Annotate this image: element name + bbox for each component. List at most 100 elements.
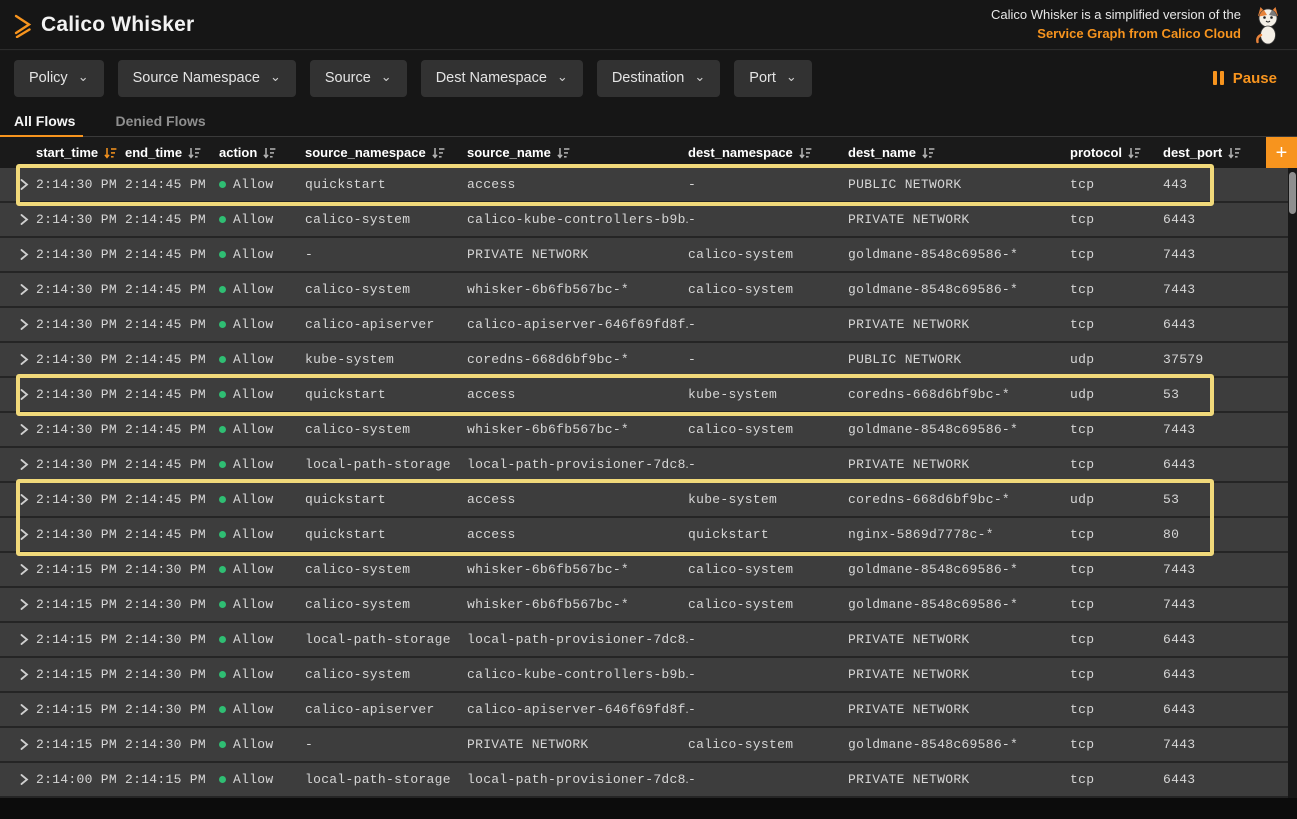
cell-source-namespace: quickstart [305, 387, 467, 402]
cell-dest-namespace: - [688, 352, 848, 367]
expand-chevron-icon[interactable] [0, 599, 36, 610]
filter-button-source-namespace[interactable]: Source Namespace⌄ [118, 60, 296, 97]
column-header-start_time[interactable]: start_time [36, 145, 125, 160]
cell-source-name: whisker-6b6fb567bc-* [467, 597, 688, 612]
allow-status-dot [219, 776, 226, 783]
expand-chevron-icon[interactable] [0, 669, 36, 680]
table-row[interactable]: 2:14:30 PM2:14:45 PMAllowquickstartacces… [0, 483, 1288, 518]
table-row[interactable]: 2:14:30 PM2:14:45 PMAllowquickstartacces… [0, 168, 1288, 203]
filter-button-dest-namespace[interactable]: Dest Namespace⌄ [421, 60, 583, 97]
expand-chevron-icon[interactable] [0, 704, 36, 715]
column-header-source_name[interactable]: source_name [467, 145, 688, 160]
table-row[interactable]: 2:14:30 PM2:14:45 PMAllowkube-systemcore… [0, 343, 1288, 378]
cell-source-namespace: calico-apiserver [305, 317, 467, 332]
cell-start-time: 2:14:30 PM [36, 387, 125, 402]
cell-dest-name: PRIVATE NETWORK [848, 702, 1070, 717]
column-header-protocol[interactable]: protocol [1070, 145, 1163, 160]
cell-source-name: whisker-6b6fb567bc-* [467, 422, 688, 437]
expand-chevron-icon[interactable] [0, 774, 36, 785]
column-header-dest_name[interactable]: dest_name [848, 145, 1070, 160]
cell-source-name: PRIVATE NETWORK [467, 737, 688, 752]
cell-protocol: udp [1070, 352, 1163, 367]
expand-chevron-icon[interactable] [0, 634, 36, 645]
cell-dest-port: 7443 [1163, 737, 1288, 752]
cell-action: Allow [219, 177, 305, 192]
service-graph-link[interactable]: Service Graph from Calico Cloud [991, 25, 1241, 44]
cell-start-time: 2:14:15 PM [36, 562, 125, 577]
table-row[interactable]: 2:14:15 PM2:14:30 PMAllowcalico-systemwh… [0, 553, 1288, 588]
cell-source-name: local-path-provisioner-7dc8… [467, 457, 688, 472]
tab-all-flows[interactable]: All Flows [10, 105, 79, 136]
sort-icon[interactable] [263, 147, 276, 159]
cell-action: Allow [219, 422, 305, 437]
sort-icon[interactable] [432, 147, 445, 159]
sort-icon[interactable] [104, 147, 117, 159]
column-header-end_time[interactable]: end_time [125, 145, 219, 160]
cell-source-namespace: calico-system [305, 282, 467, 297]
cell-dest-port: 6443 [1163, 667, 1288, 682]
column-header-action[interactable]: action [219, 145, 305, 160]
filter-label: Dest Namespace [436, 70, 547, 86]
sort-icon[interactable] [188, 147, 201, 159]
expand-chevron-icon[interactable] [0, 529, 36, 540]
allow-status-dot [219, 426, 226, 433]
expand-chevron-icon[interactable] [0, 354, 36, 365]
table-row[interactable]: 2:14:30 PM2:14:45 PMAllowcalico-systemwh… [0, 413, 1288, 448]
cell-dest-namespace: - [688, 667, 848, 682]
expand-chevron-icon[interactable] [0, 424, 36, 435]
table-row[interactable]: 2:14:15 PM2:14:30 PMAllowcalico-systemwh… [0, 588, 1288, 623]
table-row[interactable]: 2:14:30 PM2:14:45 PMAllowlocal-path-stor… [0, 448, 1288, 483]
pause-button[interactable]: Pause [1207, 69, 1283, 88]
table-row[interactable]: 2:14:30 PM2:14:45 PMAllowcalico-apiserve… [0, 308, 1288, 343]
cell-source-namespace: quickstart [305, 177, 467, 192]
filter-button-source[interactable]: Source⌄ [310, 60, 407, 97]
cell-action: Allow [219, 247, 305, 262]
expand-chevron-icon[interactable] [0, 214, 36, 225]
sort-icon[interactable] [922, 147, 935, 159]
allow-status-dot [219, 251, 226, 258]
expand-chevron-icon[interactable] [0, 494, 36, 505]
column-header-dest_namespace[interactable]: dest_namespace [688, 145, 848, 160]
sort-icon[interactable] [1228, 147, 1241, 159]
cell-source-name: access [467, 527, 688, 542]
table-row[interactable]: 2:14:15 PM2:14:30 PMAllowcalico-apiserve… [0, 693, 1288, 728]
sort-icon[interactable] [1128, 147, 1141, 159]
cell-end-time: 2:14:30 PM [125, 562, 219, 577]
tab-denied-flows[interactable]: Denied Flows [111, 105, 209, 136]
cell-dest-namespace: calico-system [688, 597, 848, 612]
table-row[interactable]: 2:14:15 PM2:14:30 PMAllowcalico-systemca… [0, 658, 1288, 693]
expand-chevron-icon[interactable] [0, 319, 36, 330]
add-column-button[interactable]: + [1266, 137, 1297, 168]
cell-dest-name: goldmane-8548c69586-* [848, 282, 1070, 297]
expand-chevron-icon[interactable] [0, 739, 36, 750]
sort-icon[interactable] [799, 147, 812, 159]
cell-source-namespace: - [305, 247, 467, 262]
expand-chevron-icon[interactable] [0, 564, 36, 575]
sort-icon[interactable] [557, 147, 570, 159]
table-row[interactable]: 2:14:00 PM2:14:15 PMAllowlocal-path-stor… [0, 763, 1288, 798]
filter-button-destination[interactable]: Destination⌄ [597, 60, 720, 97]
cell-dest-name: PRIVATE NETWORK [848, 212, 1070, 227]
column-header-source_namespace[interactable]: source_namespace [305, 145, 467, 160]
cell-dest-name: goldmane-8548c69586-* [848, 597, 1070, 612]
table-row[interactable]: 2:14:15 PM2:14:30 PMAllow-PRIVATE NETWOR… [0, 728, 1288, 763]
cell-start-time: 2:14:00 PM [36, 772, 125, 787]
filter-button-policy[interactable]: Policy⌄ [14, 60, 104, 97]
filter-button-port[interactable]: Port⌄ [734, 60, 812, 97]
expand-chevron-icon[interactable] [0, 389, 36, 400]
expand-chevron-icon[interactable] [0, 284, 36, 295]
cell-action: Allow [219, 492, 305, 507]
expand-chevron-icon[interactable] [0, 179, 36, 190]
cell-action: Allow [219, 772, 305, 787]
table-row[interactable]: 2:14:30 PM2:14:45 PMAllowquickstartacces… [0, 518, 1288, 553]
table-row[interactable]: 2:14:30 PM2:14:45 PMAllowquickstartacces… [0, 378, 1288, 413]
table-row[interactable]: 2:14:30 PM2:14:45 PMAllowcalico-systemca… [0, 203, 1288, 238]
expand-chevron-icon[interactable] [0, 249, 36, 260]
expand-chevron-icon[interactable] [0, 459, 36, 470]
cell-action: Allow [219, 597, 305, 612]
scrollbar-thumb[interactable] [1289, 172, 1296, 214]
table-row[interactable]: 2:14:30 PM2:14:45 PMAllow-PRIVATE NETWOR… [0, 238, 1288, 273]
table-row[interactable]: 2:14:15 PM2:14:30 PMAllowlocal-path-stor… [0, 623, 1288, 658]
allow-status-dot [219, 636, 226, 643]
table-row[interactable]: 2:14:30 PM2:14:45 PMAllowcalico-systemwh… [0, 273, 1288, 308]
